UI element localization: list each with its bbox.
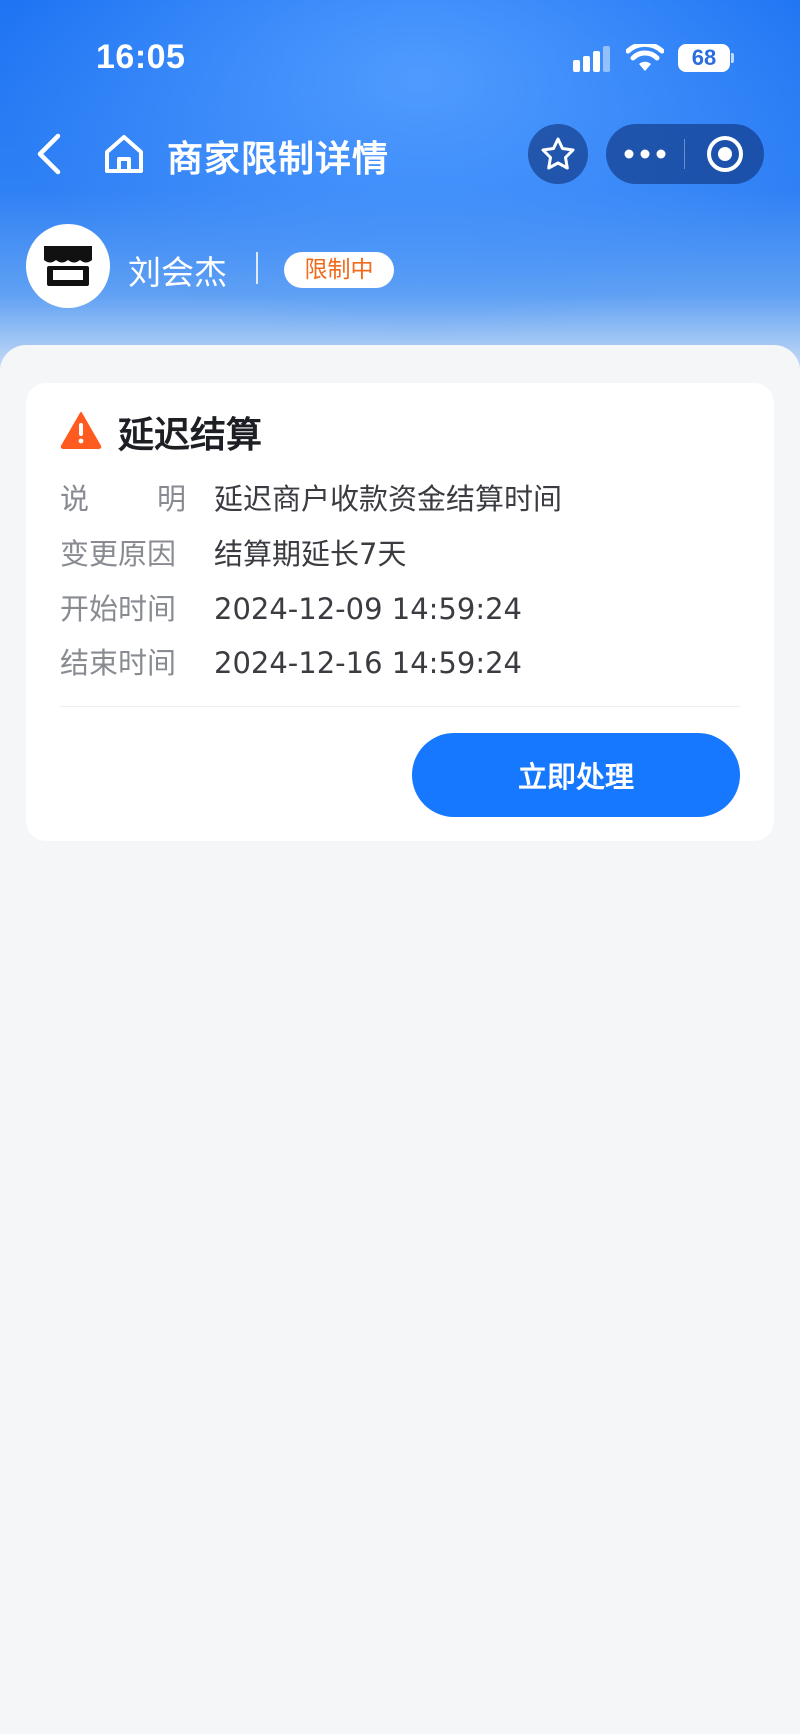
star-icon: [541, 137, 575, 170]
warning-icon: [60, 412, 102, 449]
info-label: 开始时间: [60, 592, 177, 626]
more-icon: [624, 149, 666, 159]
avatar: [26, 224, 110, 308]
close-button[interactable]: [686, 124, 764, 184]
home-icon: [105, 135, 143, 173]
status-bar: 16:05 68: [0, 0, 800, 120]
name-divider: [256, 252, 258, 284]
close-circle-icon: [707, 136, 743, 172]
handle-now-button[interactable]: 立即处理: [412, 733, 740, 817]
info-label: 变更原因: [60, 537, 177, 571]
favorite-button[interactable]: [528, 124, 588, 184]
info-row-start-time: 开始时间 2024-12-09 14:59:24: [60, 589, 740, 629]
battery-level: 68: [691, 45, 717, 70]
battery-tip: [731, 53, 734, 63]
page-title: 商家限制详情: [167, 139, 390, 180]
info-value: 延迟商户收款资金结算时间: [214, 482, 563, 516]
info-value: 2024-12-16 14:59:24: [214, 646, 522, 680]
info-row-reason: 变更原因 结算期延长7天: [60, 534, 740, 574]
info-label: 结束时间: [60, 646, 177, 680]
back-icon: [37, 133, 61, 175]
info-label: 说 明: [60, 482, 186, 516]
capsule-divider: [684, 139, 685, 169]
info-row-end-time: 结束时间 2024-12-16 14:59:24: [60, 643, 740, 683]
battery-icon: 68: [678, 44, 730, 72]
info-row-description: 说 明 延迟商户收款资金结算时间: [60, 479, 740, 519]
more-button[interactable]: [606, 124, 684, 184]
signal-icon: [573, 46, 610, 72]
status-badge: 限制中: [284, 252, 394, 288]
home-button[interactable]: [102, 132, 146, 176]
wifi-icon: [626, 44, 664, 71]
mini-program-capsule: [606, 124, 764, 184]
info-value: 结算期延长7天: [214, 537, 407, 571]
merchant-name: 刘会杰: [128, 253, 227, 292]
info-value: 2024-12-09 14:59:24: [214, 592, 522, 626]
store-icon: [44, 246, 92, 286]
status-time: 16:05: [96, 38, 186, 76]
restriction-title: 延迟结算: [118, 415, 263, 456]
card-divider: [60, 706, 740, 707]
back-button[interactable]: [30, 130, 70, 178]
page: 16:05 68 商家限制详情 刘会杰 限制中 延迟结算 说 明 延迟商户收款资…: [0, 0, 800, 1734]
